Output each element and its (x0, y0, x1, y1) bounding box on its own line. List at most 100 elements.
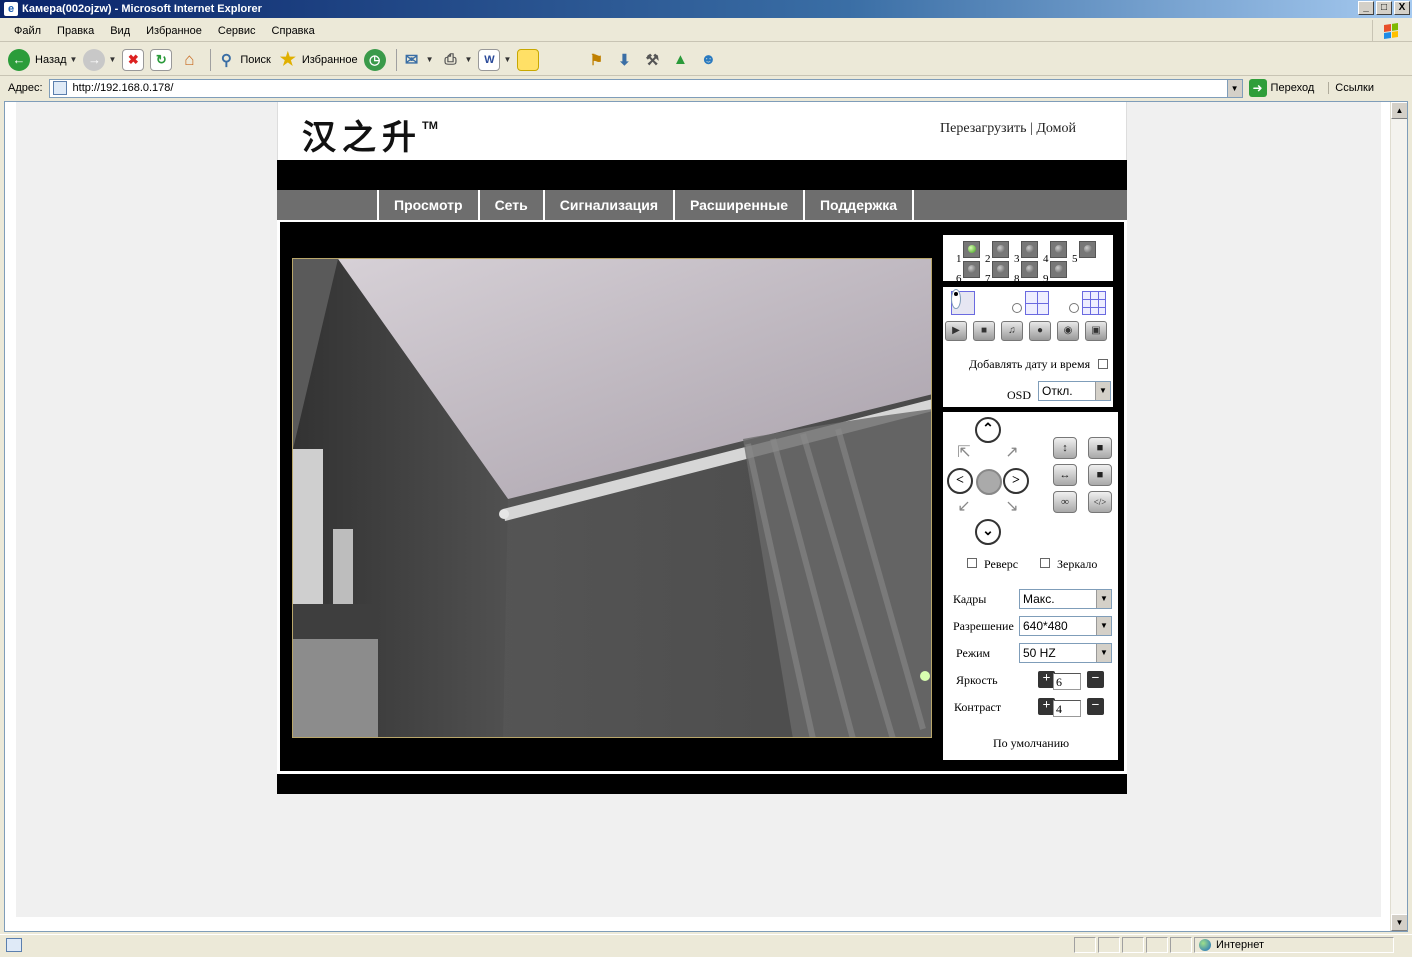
scroll-down-icon[interactable]: ▼ (1391, 914, 1407, 931)
ptz-left-icon[interactable]: < (947, 468, 973, 494)
io-on-icon[interactable]: ∞ (1053, 491, 1077, 513)
search-button[interactable]: ⚲ Поиск (215, 46, 271, 74)
addon-button-2[interactable]: ⬇ (613, 46, 635, 74)
edit-dropdown-icon[interactable]: ▼ (503, 55, 511, 64)
title-bar: e Камера(002ojzw) - Microsoft Internet E… (0, 0, 1412, 18)
camera-6[interactable]: 6 (956, 261, 980, 285)
mode-select[interactable]: 50 HZ ▼ (1019, 643, 1112, 663)
forward-dropdown-icon[interactable]: ▼ (108, 55, 116, 64)
address-bar: Адрес: http://192.168.0.178/ ▼ ➜ Переход… (0, 77, 1412, 99)
horizontal-patrol-icon[interactable]: ↔ (1053, 464, 1077, 486)
stop-icon[interactable]: ■ (973, 321, 995, 341)
nav-view[interactable]: Просмотр (379, 190, 480, 220)
close-button[interactable]: X (1394, 1, 1410, 15)
go-button[interactable]: ➜ Переход (1248, 79, 1314, 97)
brightness-minus-icon[interactable]: − (1087, 671, 1104, 688)
nav-advanced[interactable]: Расширенные (675, 190, 805, 220)
toolbar-separator (210, 48, 212, 71)
refresh-button[interactable]: ↻ (150, 46, 173, 74)
osd-select[interactable]: Откл. ▼ (1038, 381, 1111, 401)
ptz-center-icon[interactable] (976, 469, 1002, 495)
home-button[interactable]: ⌂ (178, 46, 200, 74)
menu-favorites[interactable]: Избранное (138, 25, 210, 37)
menu-view[interactable]: Вид (102, 25, 138, 37)
layout-quad[interactable] (1012, 291, 1049, 315)
back-button[interactable]: ← Назад ▼ (8, 46, 77, 74)
favorites-button[interactable]: ★ Избранное (277, 46, 358, 74)
contrast-minus-icon[interactable]: − (1087, 698, 1104, 715)
layout-single-radio[interactable] (951, 289, 961, 309)
print-dropdown-icon[interactable]: ▼ (465, 55, 473, 64)
ptz-down-left-icon[interactable]: ↙ (955, 498, 973, 516)
contrast-input[interactable]: 4 (1053, 700, 1081, 717)
play-icon[interactable]: ▶ (945, 321, 967, 341)
record-icon[interactable]: ◉ (1057, 321, 1079, 341)
ptz-up-right-icon[interactable]: ↗ (1003, 444, 1021, 462)
maximize-button[interactable]: □ (1376, 1, 1392, 15)
camera-video-feed[interactable] (292, 258, 932, 738)
addon-button-1[interactable]: ⚑ (585, 46, 607, 74)
ptz-down-icon[interactable]: ⌄ (975, 519, 1001, 545)
mirror-checkbox[interactable] (1040, 558, 1050, 568)
menu-help[interactable]: Справка (264, 25, 323, 37)
vertical-stop-icon[interactable]: ■ (1088, 437, 1112, 459)
minimize-button[interactable]: _ (1358, 1, 1374, 15)
add-datetime-checkbox[interactable] (1098, 359, 1108, 369)
reverse-label: Реверс (984, 557, 1019, 571)
nav-support[interactable]: Поддержка (805, 190, 915, 220)
default-button[interactable]: По умолчанию (993, 736, 1069, 751)
star-icon: ★ (279, 49, 296, 69)
addon-button-3[interactable]: ⚒ (641, 46, 663, 74)
reverse-checkbox[interactable] (967, 558, 977, 568)
resolution-select[interactable]: 640*480 ▼ (1019, 616, 1112, 636)
addon-button-4[interactable]: ▲ (669, 46, 691, 74)
menu-tools[interactable]: Сервис (210, 25, 264, 37)
horizontal-stop-icon[interactable]: ■ (1088, 464, 1112, 486)
download-icon: ⬇ (618, 51, 631, 69)
audio-icon[interactable]: ♫ (1001, 321, 1023, 341)
window-title: Камера(002ojzw) - Microsoft Internet Exp… (22, 3, 262, 15)
ptz-right-icon[interactable]: > (1003, 468, 1029, 494)
nav-alarm[interactable]: Сигнализация (545, 190, 675, 220)
brightness-input[interactable]: 6 (1053, 673, 1081, 690)
back-dropdown-icon[interactable]: ▼ (70, 55, 78, 64)
camera-8[interactable]: 8 (1014, 261, 1038, 285)
mode-label: Режим (956, 646, 991, 660)
scroll-up-icon[interactable]: ▲ (1391, 102, 1407, 119)
menu-edit[interactable]: Правка (49, 25, 102, 37)
address-dropdown-icon[interactable]: ▼ (1226, 79, 1242, 97)
camera-5[interactable]: 5 (1072, 241, 1096, 265)
frames-label: Кадры (953, 592, 987, 606)
layout-nine-radio[interactable] (1069, 303, 1079, 313)
mail-dropdown-icon[interactable]: ▼ (426, 55, 434, 64)
layout-single[interactable] (951, 289, 975, 315)
ptz-up-icon[interactable]: ⌃ (975, 417, 1001, 443)
reboot-home-links[interactable]: Перезагрузить | Домой (940, 121, 1076, 137)
frames-select[interactable]: Макс. ▼ (1019, 589, 1112, 609)
menu-file[interactable]: Файл (6, 25, 49, 37)
history-button[interactable]: ◷ (363, 46, 386, 74)
stop-button[interactable]: ✖ (122, 46, 145, 74)
talk-icon[interactable]: ● (1029, 321, 1051, 341)
layout-nine[interactable] (1069, 291, 1106, 315)
ptz-up-left-icon[interactable]: ⇱ (955, 444, 973, 462)
home-icon: ⌂ (184, 49, 195, 69)
discuss-button[interactable] (517, 46, 540, 74)
ptz-down-right-icon[interactable]: ↘ (1003, 498, 1021, 516)
forward-button[interactable]: → ▼ (83, 46, 116, 74)
address-input[interactable]: http://192.168.0.178/ ▼ (48, 78, 1243, 98)
layout-quad-radio[interactable] (1012, 303, 1022, 313)
nav-network[interactable]: Сеть (480, 190, 545, 220)
camera-7[interactable]: 7 (985, 261, 1009, 285)
vertical-scrollbar[interactable]: ▲ ▼ (1390, 102, 1407, 931)
snapshot-icon[interactable]: ▣ (1085, 321, 1107, 341)
edit-button[interactable]: W ▼ (478, 46, 511, 74)
address-url: http://192.168.0.178/ (72, 82, 174, 94)
io-off-icon[interactable]: </> (1088, 491, 1112, 513)
mail-button[interactable]: ✉ ▼ (401, 46, 434, 74)
vertical-patrol-icon[interactable]: ↕ (1053, 437, 1077, 459)
messenger-button[interactable]: ☻ (697, 46, 719, 74)
links-button[interactable]: Ссылки (1328, 82, 1374, 94)
print-button[interactable]: ⎙ ▼ (440, 46, 473, 74)
camera-9[interactable]: 9 (1043, 261, 1067, 285)
